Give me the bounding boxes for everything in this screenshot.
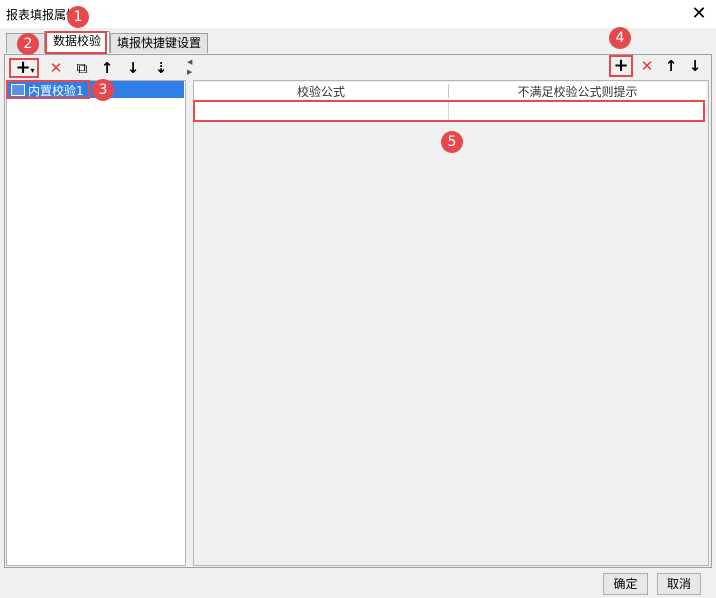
delete-validation-button[interactable]: ✕ <box>46 59 66 77</box>
title-bar: 报表填报属性 ✕ <box>0 0 716 28</box>
step-badge-3: 3 <box>92 79 114 101</box>
sort-button[interactable]: ⇣ <box>150 59 172 77</box>
highlight-add-formula <box>609 55 633 77</box>
delete-icon: ✕ <box>49 59 63 77</box>
step-badge-2: 2 <box>17 33 39 55</box>
formula-move-up-button[interactable]: ↑ <box>661 57 681 75</box>
collapse-right-icon[interactable]: ▶ <box>187 68 192 76</box>
move-down-button[interactable]: ↓ <box>123 59 143 77</box>
arrow-up-icon: ↑ <box>664 57 678 75</box>
arrow-up-icon: ↑ <box>100 59 114 77</box>
sort-icon: ⇣ <box>154 59 168 77</box>
arrow-down-icon: ↓ <box>688 57 702 75</box>
step-badge-5: 5 <box>441 131 463 153</box>
delete-icon: ✕ <box>640 57 654 75</box>
formula-grid-header: 校验公式 不满足校验公式则提示 <box>194 82 706 101</box>
column-header-formula[interactable]: 校验公式 <box>194 83 448 100</box>
highlight-formula-row <box>193 100 705 122</box>
step-badge-1: 1 <box>67 6 89 28</box>
tab-shortcut-settings-label: 填报快捷键设置 <box>116 36 201 50</box>
panel-splitter[interactable]: ◀ ▶ <box>187 56 192 564</box>
cancel-button[interactable]: 取消 <box>657 573 701 595</box>
arrow-down-icon: ↓ <box>126 59 140 77</box>
highlight-tab <box>45 31 107 54</box>
column-header-error-message[interactable]: 不满足校验公式则提示 <box>449 83 706 100</box>
copy-icon: ⧉ <box>76 59 88 77</box>
tab-shortcut-settings[interactable]: 填报快捷键设置 <box>110 33 208 53</box>
delete-formula-button[interactable]: ✕ <box>637 57 657 75</box>
close-button[interactable]: ✕ <box>688 3 710 25</box>
step-badge-4: 4 <box>609 27 631 49</box>
highlight-tree-item <box>6 80 90 99</box>
copy-validation-button[interactable]: ⧉ <box>72 59 92 77</box>
validation-list-panel <box>6 80 186 566</box>
collapse-left-icon[interactable]: ◀ <box>187 58 192 66</box>
move-up-button[interactable]: ↑ <box>97 59 117 77</box>
highlight-add-button <box>9 58 39 78</box>
ok-button[interactable]: 确定 <box>603 573 648 595</box>
formula-move-down-button[interactable]: ↓ <box>685 57 705 75</box>
